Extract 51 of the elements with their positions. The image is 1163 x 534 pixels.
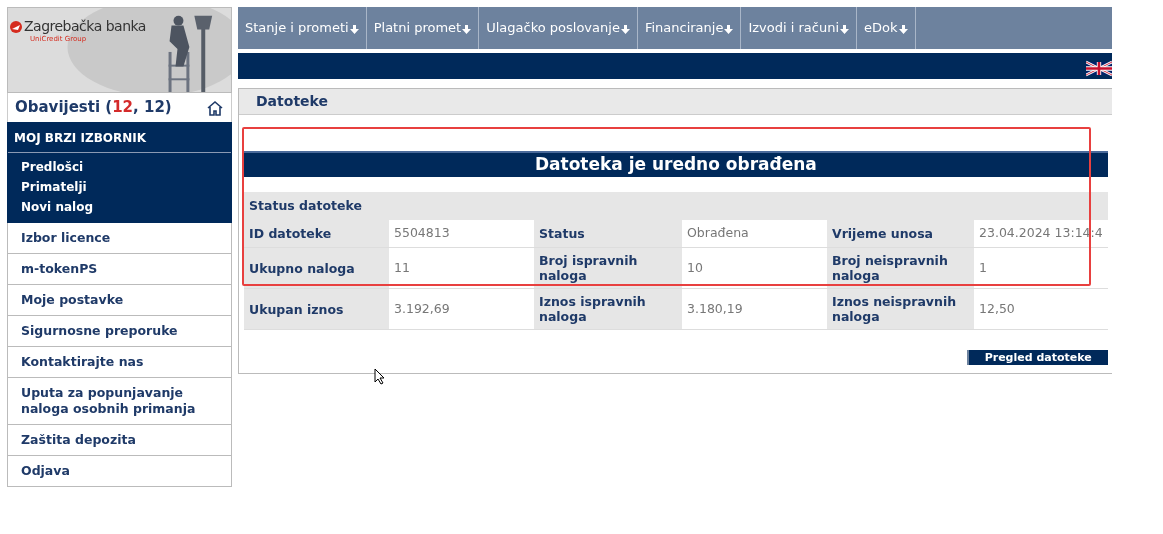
notifications-link[interactable]: Obavijesti (12, 12) [15,96,172,119]
nav-tab[interactable]: eDok [857,7,916,49]
nav-tab[interactable]: Stanje i prometi [238,7,367,49]
sidebar-item[interactable]: Izbor licence [7,223,232,254]
down-arrow-icon [462,24,472,34]
quick-menu-link[interactable]: Novi nalog [21,199,218,216]
cursor-icon [374,368,385,385]
quick-menu-link[interactable]: Predlošci [21,159,218,176]
view-file-button[interactable]: Pregled datoteke [966,350,1108,365]
result-banner: Datoteka je uredno obrađena [244,151,1108,177]
field-value: 3.192,69 [393,299,451,318]
field-label: Iznos ispravnih naloga [534,289,682,329]
sidebar-item[interactable]: Uputa za popunjavanje naloga osobnih primanja [7,378,232,425]
sidebar-item[interactable]: Odjava [7,456,232,487]
page-title: Datoteke [239,89,1112,115]
sidebar-item[interactable]: Moje postavke [7,285,232,316]
field-value: Obrađena [686,224,750,243]
field-value: 3.180,19 [686,299,744,318]
sidebar-item[interactable]: Sigurnosne preporuke [7,316,232,347]
bank-name: Zagrebačka banka [24,17,146,35]
sidebar-item[interactable]: Zaštita depozita [7,425,232,456]
field-label: Broj neispravnih naloga [827,248,974,288]
field-label: ID datoteke [244,220,389,247]
field-label: Vrijeme unosa [827,220,974,247]
field-label: Status [534,220,682,247]
uk-flag-icon[interactable] [1085,60,1112,77]
sidebar-item[interactable]: m-tokenPS [7,254,232,285]
down-arrow-icon [349,24,359,34]
section-title: Status datoteke [244,192,1108,220]
nav-tab[interactable]: Ulagačko poslovanje [479,7,638,49]
field-label: Broj ispravnih naloga [534,248,682,288]
sidebar-item[interactable]: Kontaktirajte nas [7,347,232,378]
quick-menu-link[interactable]: Primatelji [21,179,218,196]
field-value: 12,50 [978,299,1016,318]
field-value: 11 [393,258,411,277]
field-label: Ukupno naloga [244,248,389,288]
field-value: 5504813 [393,224,451,243]
down-arrow-icon [840,24,849,34]
down-arrow-icon [898,24,908,34]
quick-menu-title: MOJ BRZI IZBORNIK [8,123,231,153]
field-value: 10 [686,258,704,277]
field-value: 1 [978,258,988,277]
nav-tab[interactable]: Financiranje [637,7,742,49]
logo-icon [10,20,22,33]
down-arrow-icon [620,24,630,34]
nav-tab[interactable]: Platni promet [366,7,480,49]
home-icon[interactable] [206,99,224,116]
field-label: Iznos neispravnih naloga [827,289,974,329]
field-label: Ukupan iznos [244,289,389,329]
nav-tab[interactable]: Izvodi i računi [741,7,857,49]
down-arrow-icon [724,24,734,34]
